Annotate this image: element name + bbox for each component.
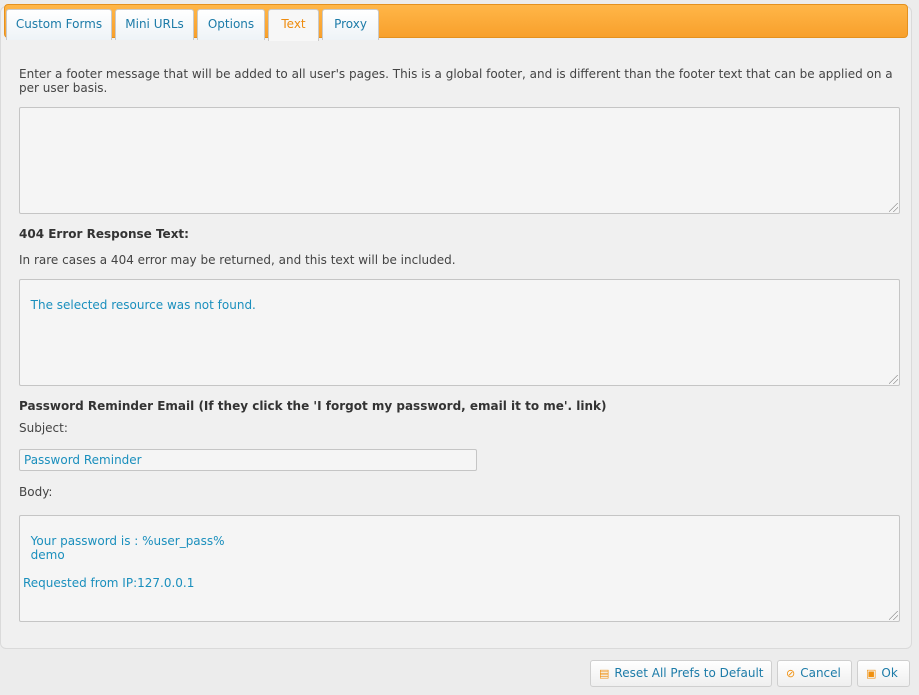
footer-description: Enter a footer message that will be adde…	[19, 67, 893, 95]
password-reminder-heading: Password Reminder Email (If they click t…	[19, 399, 607, 413]
body-label: Body:	[19, 485, 53, 499]
tab-bar: Custom Forms Mini URLs Options Text Prox…	[4, 4, 908, 41]
ok-button[interactable]: ▣ Ok	[857, 660, 910, 687]
tab-custom-forms[interactable]: Custom Forms	[6, 9, 112, 40]
body-value: Your password is : %user_pass% demo Requ…	[23, 534, 225, 590]
error404-textarea[interactable]: The selected resource was not found.	[19, 279, 900, 386]
error404-value: The selected resource was not found.	[30, 298, 256, 312]
error404-description: In rare cases a 404 error may be returne…	[19, 253, 456, 267]
resize-grip-icon[interactable]	[889, 611, 898, 620]
subject-label: Subject:	[19, 421, 68, 435]
tab-mini-urls[interactable]: Mini URLs	[115, 9, 194, 40]
reset-prefs-label: Reset All Prefs to Default	[614, 666, 764, 680]
tab-text[interactable]: Text	[268, 9, 319, 41]
save-icon: ▣	[866, 667, 877, 680]
subject-input[interactable]: Password Reminder	[19, 449, 477, 471]
resize-grip-icon[interactable]	[889, 375, 898, 384]
footer-textarea[interactable]	[19, 107, 900, 214]
error404-heading: 404 Error Response Text:	[19, 227, 189, 241]
tab-proxy[interactable]: Proxy	[322, 9, 379, 40]
folder-icon: ▤	[599, 667, 610, 680]
reset-prefs-button[interactable]: ▤ Reset All Prefs to Default	[590, 660, 772, 687]
cancel-icon: ⊘	[786, 667, 796, 680]
ok-label: Ok	[881, 666, 898, 680]
body-textarea[interactable]: Your password is : %user_pass% demo Requ…	[19, 515, 900, 622]
resize-grip-icon[interactable]	[889, 203, 898, 212]
cancel-button[interactable]: ⊘ Cancel	[777, 660, 852, 687]
tab-options[interactable]: Options	[197, 9, 265, 40]
cancel-label: Cancel	[800, 666, 841, 680]
